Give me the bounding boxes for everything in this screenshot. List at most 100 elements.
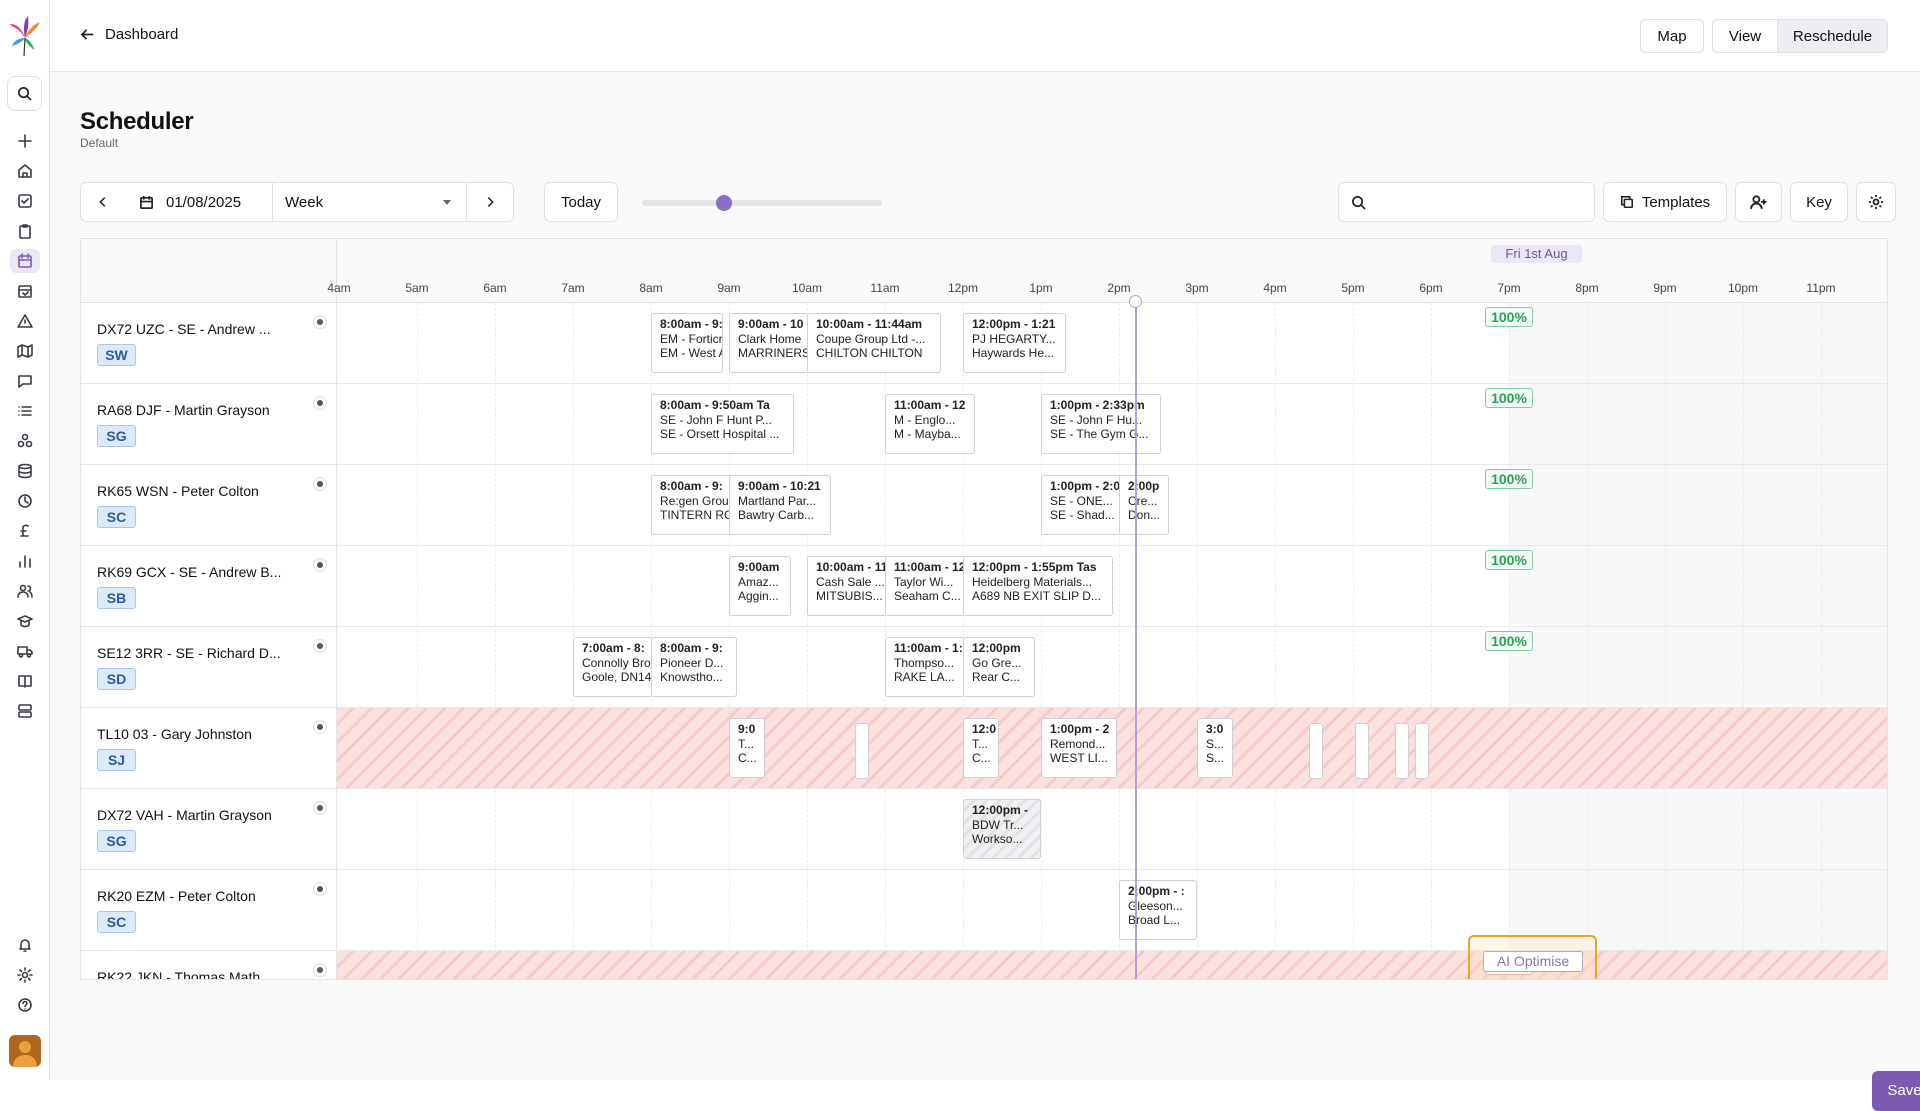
job-card[interactable]: 12:0T...C... <box>963 718 999 778</box>
range-value: Week <box>285 194 323 211</box>
job-card[interactable]: 12:00pmGo Gre...Rear C... <box>963 637 1035 697</box>
list-icon[interactable] <box>15 401 35 421</box>
job-card[interactable]: 9:00am - 10Clark HomeMARRINERS <box>729 313 809 373</box>
database-icon[interactable] <box>15 461 35 481</box>
job-card[interactable]: 10:00am - 11Cash Sale ...MITSUBIS... <box>807 556 887 616</box>
job-card-collapsed[interactable] <box>855 723 869 779</box>
job-card[interactable]: 8:00am - 9:Re:gen GrouTINTERN RC <box>651 475 737 535</box>
ai-optimise-button[interactable]: AI Optimise <box>1483 951 1583 972</box>
utilisation-badge: 100% <box>1485 631 1533 651</box>
job-card[interactable]: 8:00am - 9:EM - ForticrEM - West A <box>651 313 723 373</box>
job-card[interactable]: 2:00pCre...Don... <box>1119 475 1169 535</box>
job-card[interactable]: 11:00am - 12Taylor Wi...Seaham C... <box>885 556 965 616</box>
zoom-slider[interactable] <box>642 200 882 206</box>
book-icon[interactable] <box>15 671 35 691</box>
job-client: M - Englo... <box>894 413 966 428</box>
job-site: CHILTON CHILTON <box>816 346 932 361</box>
job-time: 3:0 <box>1206 722 1224 737</box>
job-card[interactable]: 10:00am - 11:44amCoupe Group Ltd -...CHI… <box>807 313 941 373</box>
hour-label: 11am <box>870 281 899 295</box>
job-card[interactable]: 9:0T...C... <box>729 718 765 778</box>
calendar-icon[interactable] <box>10 249 40 273</box>
settings-icon[interactable] <box>15 965 35 985</box>
job-client: SE - ONE... <box>1050 494 1112 509</box>
search-input[interactable] <box>1374 194 1584 210</box>
back-to-dashboard-link[interactable]: Dashboard <box>80 26 178 43</box>
resource-track[interactable] <box>337 303 1887 384</box>
top-bar: Dashboard Map View Reschedule <box>50 0 1920 72</box>
job-card-collapsed[interactable] <box>1309 723 1323 779</box>
job-card[interactable]: 12:00pm -BDW Tr...Workso... <box>963 799 1041 859</box>
current-time-handle[interactable] <box>1129 295 1142 308</box>
job-card[interactable]: 12:00pm - 1:55pm TasHeidelberg Materials… <box>963 556 1113 616</box>
ai-optimise-overlay[interactable]: AI Optimise <box>1468 935 1597 980</box>
bell-icon[interactable] <box>15 935 35 955</box>
arrow-left-icon <box>80 27 95 42</box>
search-box[interactable] <box>1338 182 1595 222</box>
job-card[interactable]: 1:00pm - 2:33pmSE - John F Hu...SE - The… <box>1041 394 1161 454</box>
tasks-icon[interactable] <box>15 191 35 211</box>
job-client: Clark Home <box>738 332 800 347</box>
calendar-check-icon[interactable] <box>15 281 35 301</box>
search-icon <box>1351 195 1366 210</box>
job-card[interactable]: 9:00amAmaz...Aggin... <box>729 556 791 616</box>
job-time: 8:00am - 9: <box>660 641 728 656</box>
job-card-collapsed[interactable] <box>1395 723 1409 779</box>
job-card[interactable]: 8:00am - 9:Pioneer D...Knowstho... <box>651 637 737 697</box>
job-card[interactable]: 11:00am - 12M - Englo...M - Mayba... <box>885 394 975 454</box>
warning-icon[interactable] <box>15 311 35 331</box>
storage-icon[interactable] <box>15 701 35 721</box>
sidebar-search-button[interactable] <box>7 76 42 111</box>
job-card[interactable]: 7:00am - 8:Connolly BroGoole, DN14 <box>573 637 653 697</box>
truck-icon[interactable] <box>15 641 35 661</box>
job-client: Go Gre... <box>972 656 1026 671</box>
job-card-collapsed[interactable] <box>1415 723 1429 779</box>
next-period-button[interactable] <box>466 182 514 222</box>
map-button[interactable]: Map <box>1640 19 1704 53</box>
job-card[interactable]: 9:00am - 10:21Martland Par...Bawtry Carb… <box>729 475 831 535</box>
resource-track[interactable] <box>337 627 1887 708</box>
resource-tag: SJ <box>97 749 136 771</box>
job-card[interactable]: 1:00pm - 2Remond...WEST LI... <box>1041 718 1117 778</box>
job-card[interactable]: 11:00am - 1:Thompso...RAKE LA... <box>885 637 965 697</box>
job-card-collapsed[interactable] <box>1355 723 1369 779</box>
job-card[interactable]: 3:0S...S... <box>1197 718 1233 778</box>
clock-icon[interactable] <box>15 491 35 511</box>
home-icon[interactable] <box>15 161 35 181</box>
job-site: C... <box>738 751 756 766</box>
reschedule-button[interactable]: Reschedule <box>1777 19 1888 53</box>
resource-track-overbooked[interactable] <box>337 951 1887 980</box>
range-select[interactable]: Week <box>272 182 467 222</box>
map-icon[interactable] <box>15 341 35 361</box>
training-icon[interactable] <box>15 611 35 631</box>
key-button[interactable]: Key <box>1790 182 1848 222</box>
avatar[interactable] <box>9 1035 41 1067</box>
add-icon[interactable] <box>15 131 35 151</box>
job-card[interactable]: 8:00am - 9:50am TaSE - John F Hunt P...S… <box>651 394 794 454</box>
reports-icon[interactable] <box>15 551 35 571</box>
job-card[interactable]: 2:00pm - :Gleeson...Broad L... <box>1119 880 1197 940</box>
zoom-slider-thumb[interactable] <box>716 195 732 211</box>
date-picker[interactable]: 01/08/2025 <box>125 182 273 222</box>
job-card[interactable]: 12:00pm - 1:21PJ HEGARTY...Haywards He..… <box>963 313 1066 373</box>
pound-icon[interactable] <box>15 521 35 541</box>
today-button[interactable]: Today <box>544 182 618 222</box>
resource-track[interactable] <box>337 870 1887 951</box>
resource-track[interactable] <box>337 789 1887 870</box>
view-button[interactable]: View <box>1712 19 1778 53</box>
help-icon[interactable] <box>15 995 35 1015</box>
status-dot <box>313 801 327 815</box>
previous-period-button[interactable] <box>80 182 126 222</box>
job-card[interactable]: 1:00pm - 2:0SE - ONE...SE - Shad... <box>1041 475 1121 535</box>
clipboard-icon[interactable] <box>15 221 35 241</box>
messages-icon[interactable] <box>15 371 35 391</box>
network-icon[interactable] <box>15 431 35 451</box>
utilisation-badge: 100% <box>1485 307 1533 327</box>
search-icon <box>17 86 32 101</box>
users-icon[interactable] <box>15 581 35 601</box>
scheduler-settings-button[interactable] <box>1856 182 1896 222</box>
job-time: 11:00am - 12 <box>894 560 956 575</box>
templates-button[interactable]: Templates <box>1603 182 1727 222</box>
add-resource-button[interactable] <box>1735 182 1782 222</box>
save-button[interactable]: Save <box>1872 1071 1920 1111</box>
